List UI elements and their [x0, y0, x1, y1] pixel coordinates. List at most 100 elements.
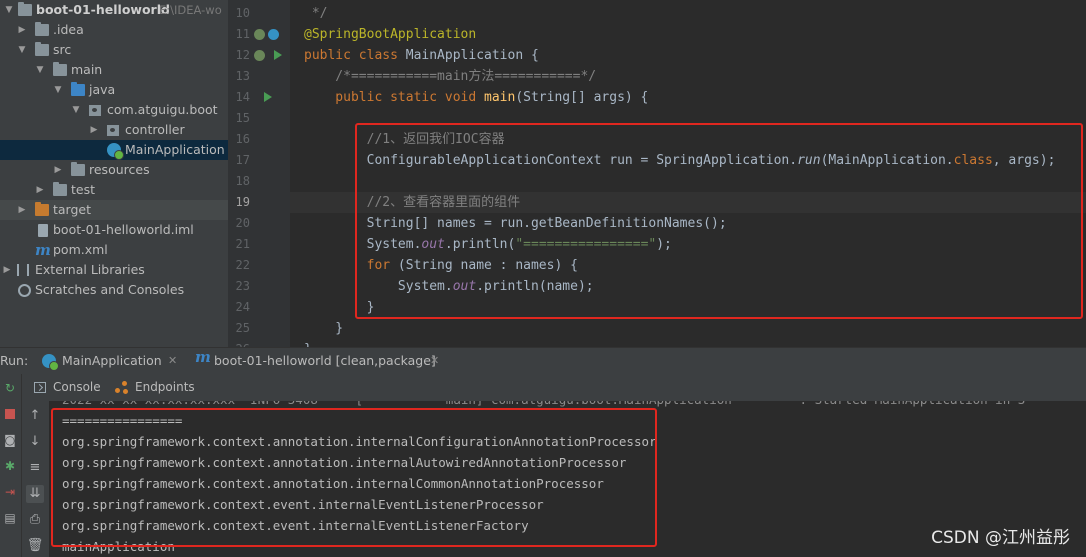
tree-item-label: src	[53, 42, 72, 57]
tab-label: Endpoints	[135, 380, 195, 394]
run-gutter-icon[interactable]	[264, 92, 272, 102]
chevron-down-icon[interactable]: ▼	[71, 100, 81, 120]
tree-item-label: Scratches and Consoles	[35, 282, 185, 297]
library-icon	[17, 264, 29, 276]
code-token: @SpringBootApplication	[304, 27, 477, 42]
camera-icon[interactable]: ◙	[2, 432, 18, 448]
code-token: /*===========main方法===========*/	[304, 69, 597, 84]
spring-bean-icon[interactable]	[254, 29, 265, 40]
editor-gutter: 1011121314151617181920212223242526	[228, 0, 301, 356]
rerun-icon[interactable]: ↻	[2, 380, 18, 396]
run-tab-label: boot-01-helloworld [clean,package]	[214, 353, 436, 368]
tree-item-pom[interactable]: m pom.xml	[0, 240, 228, 260]
tab-label: Console	[53, 380, 101, 394]
stop-icon[interactable]	[2, 406, 18, 422]
tree-item-test[interactable]: ▶ test	[0, 180, 228, 200]
spring-config-icon[interactable]	[268, 29, 279, 40]
layout-icon[interactable]: ▤	[2, 510, 18, 526]
console-toolbar: ↑ ↓ ≡ ⇊ ⎙ 🗑	[22, 401, 49, 557]
folder-icon	[53, 182, 67, 196]
line-number: 23	[235, 279, 250, 293]
tree-item-scratches[interactable]: Scratches and Consoles	[0, 280, 228, 300]
code-line: }	[304, 339, 312, 347]
console-icon	[34, 382, 46, 393]
chevron-right-icon[interactable]: ▶	[89, 120, 99, 140]
tree-item-iml[interactable]: boot-01-helloworld.iml	[0, 220, 228, 240]
maven-icon: m	[195, 348, 211, 366]
chevron-down-icon[interactable]: ▼	[35, 60, 45, 80]
run-left-toolbar: ↻ ◙ ✱ ⇥ ▤	[0, 374, 22, 557]
line-number: 18	[235, 174, 250, 188]
folder-icon	[35, 42, 49, 56]
line-number: 19	[235, 195, 250, 209]
excluded-folder-icon	[35, 202, 49, 216]
project-path: E:\IDEA-wo	[159, 3, 222, 17]
code-line: public class MainApplication {	[304, 45, 539, 66]
scroll-up-icon[interactable]: ↑	[26, 407, 44, 425]
console-highlight-box	[51, 408, 657, 547]
run-gutter-icon[interactable]	[274, 50, 282, 60]
tree-item-idea[interactable]: ▶ .idea	[0, 20, 228, 40]
code-token: main	[484, 90, 516, 105]
soft-wrap-icon[interactable]: ≡	[26, 459, 44, 477]
run-tab-label: MainApplication	[62, 353, 162, 368]
code-token: MainApplication {	[405, 48, 539, 63]
bug-icon[interactable]: ✱	[2, 458, 18, 474]
close-icon[interactable]: ✕	[430, 348, 439, 374]
chevron-right-icon[interactable]: ▶	[53, 160, 63, 180]
endpoints-icon	[115, 381, 129, 394]
chevron-right-icon[interactable]: ▶	[35, 180, 45, 200]
close-icon[interactable]: ✕	[168, 348, 177, 374]
chevron-down-icon[interactable]: ▼	[17, 40, 27, 60]
scroll-down-icon[interactable]: ↓	[26, 433, 44, 451]
tree-item-label: resources	[89, 162, 150, 177]
code-highlight-box	[355, 123, 1083, 319]
code-line: }	[304, 318, 343, 339]
tree-item-main[interactable]: ▼ main	[0, 60, 228, 80]
tree-item-label: target	[53, 202, 92, 217]
line-number: 11	[235, 27, 250, 41]
chevron-right-icon[interactable]: ▶	[2, 260, 12, 280]
line-number: 15	[235, 111, 250, 125]
code-line: /*===========main方法===========*/	[304, 66, 596, 87]
scroll-to-end-icon[interactable]: ⇊	[26, 485, 44, 503]
line-number: 14	[235, 90, 250, 104]
scratches-icon	[18, 284, 31, 297]
code-token: (String[] args) {	[515, 90, 649, 105]
tree-item-src[interactable]: ▼ src	[0, 40, 228, 60]
tree-item-target[interactable]: ▶ target	[0, 200, 228, 220]
chevron-down-icon[interactable]: ▼	[53, 80, 63, 100]
package-icon	[107, 125, 119, 136]
spring-class-icon	[107, 143, 124, 160]
run-label: Run:	[0, 353, 29, 368]
file-icon	[38, 224, 48, 237]
tree-item-resources[interactable]: ▶ resources	[0, 160, 228, 180]
tree-item-external-libraries[interactable]: ▶ External Libraries	[0, 260, 228, 280]
folder-icon	[35, 22, 49, 36]
chevron-down-icon[interactable]: ▼	[4, 0, 14, 20]
tree-item-label: boot-01-helloworld	[36, 2, 170, 17]
code-editor[interactable]: */ @SpringBootApplication public class Mai…	[290, 0, 1086, 347]
tree-item-mainapplication[interactable]: MainApplication	[0, 140, 228, 160]
tree-item-project-root[interactable]: ▼ boot-01-helloworld E:\IDEA-wo	[0, 0, 228, 20]
tree-item-label: boot-01-helloworld.iml	[53, 222, 194, 237]
trash-icon[interactable]: 🗑	[26, 537, 44, 555]
line-number: 24	[235, 300, 250, 314]
tree-item-java[interactable]: ▼ java	[0, 80, 228, 100]
exit-icon[interactable]: ⇥	[2, 484, 18, 500]
print-icon[interactable]: ⎙	[26, 511, 44, 529]
line-number: 10	[235, 6, 250, 20]
chevron-right-icon[interactable]: ▶	[17, 200, 27, 220]
code-token: */	[304, 6, 328, 21]
tree-item-package[interactable]: ▼ com.atguigu.boot	[0, 100, 228, 120]
line-number: 13	[235, 69, 250, 83]
code-line: public static void main(String[] args) {	[304, 87, 648, 108]
tree-item-label: controller	[125, 122, 185, 137]
tree-item-label: .idea	[53, 22, 84, 37]
chevron-right-icon[interactable]: ▶	[17, 20, 27, 40]
watermark: CSDN @江州益彤	[931, 528, 1070, 548]
tree-item-label: com.atguigu.boot	[107, 102, 218, 117]
spring-bean-icon[interactable]	[254, 50, 265, 61]
line-number: 21	[235, 237, 250, 251]
tree-item-controller[interactable]: ▶ controller	[0, 120, 228, 140]
